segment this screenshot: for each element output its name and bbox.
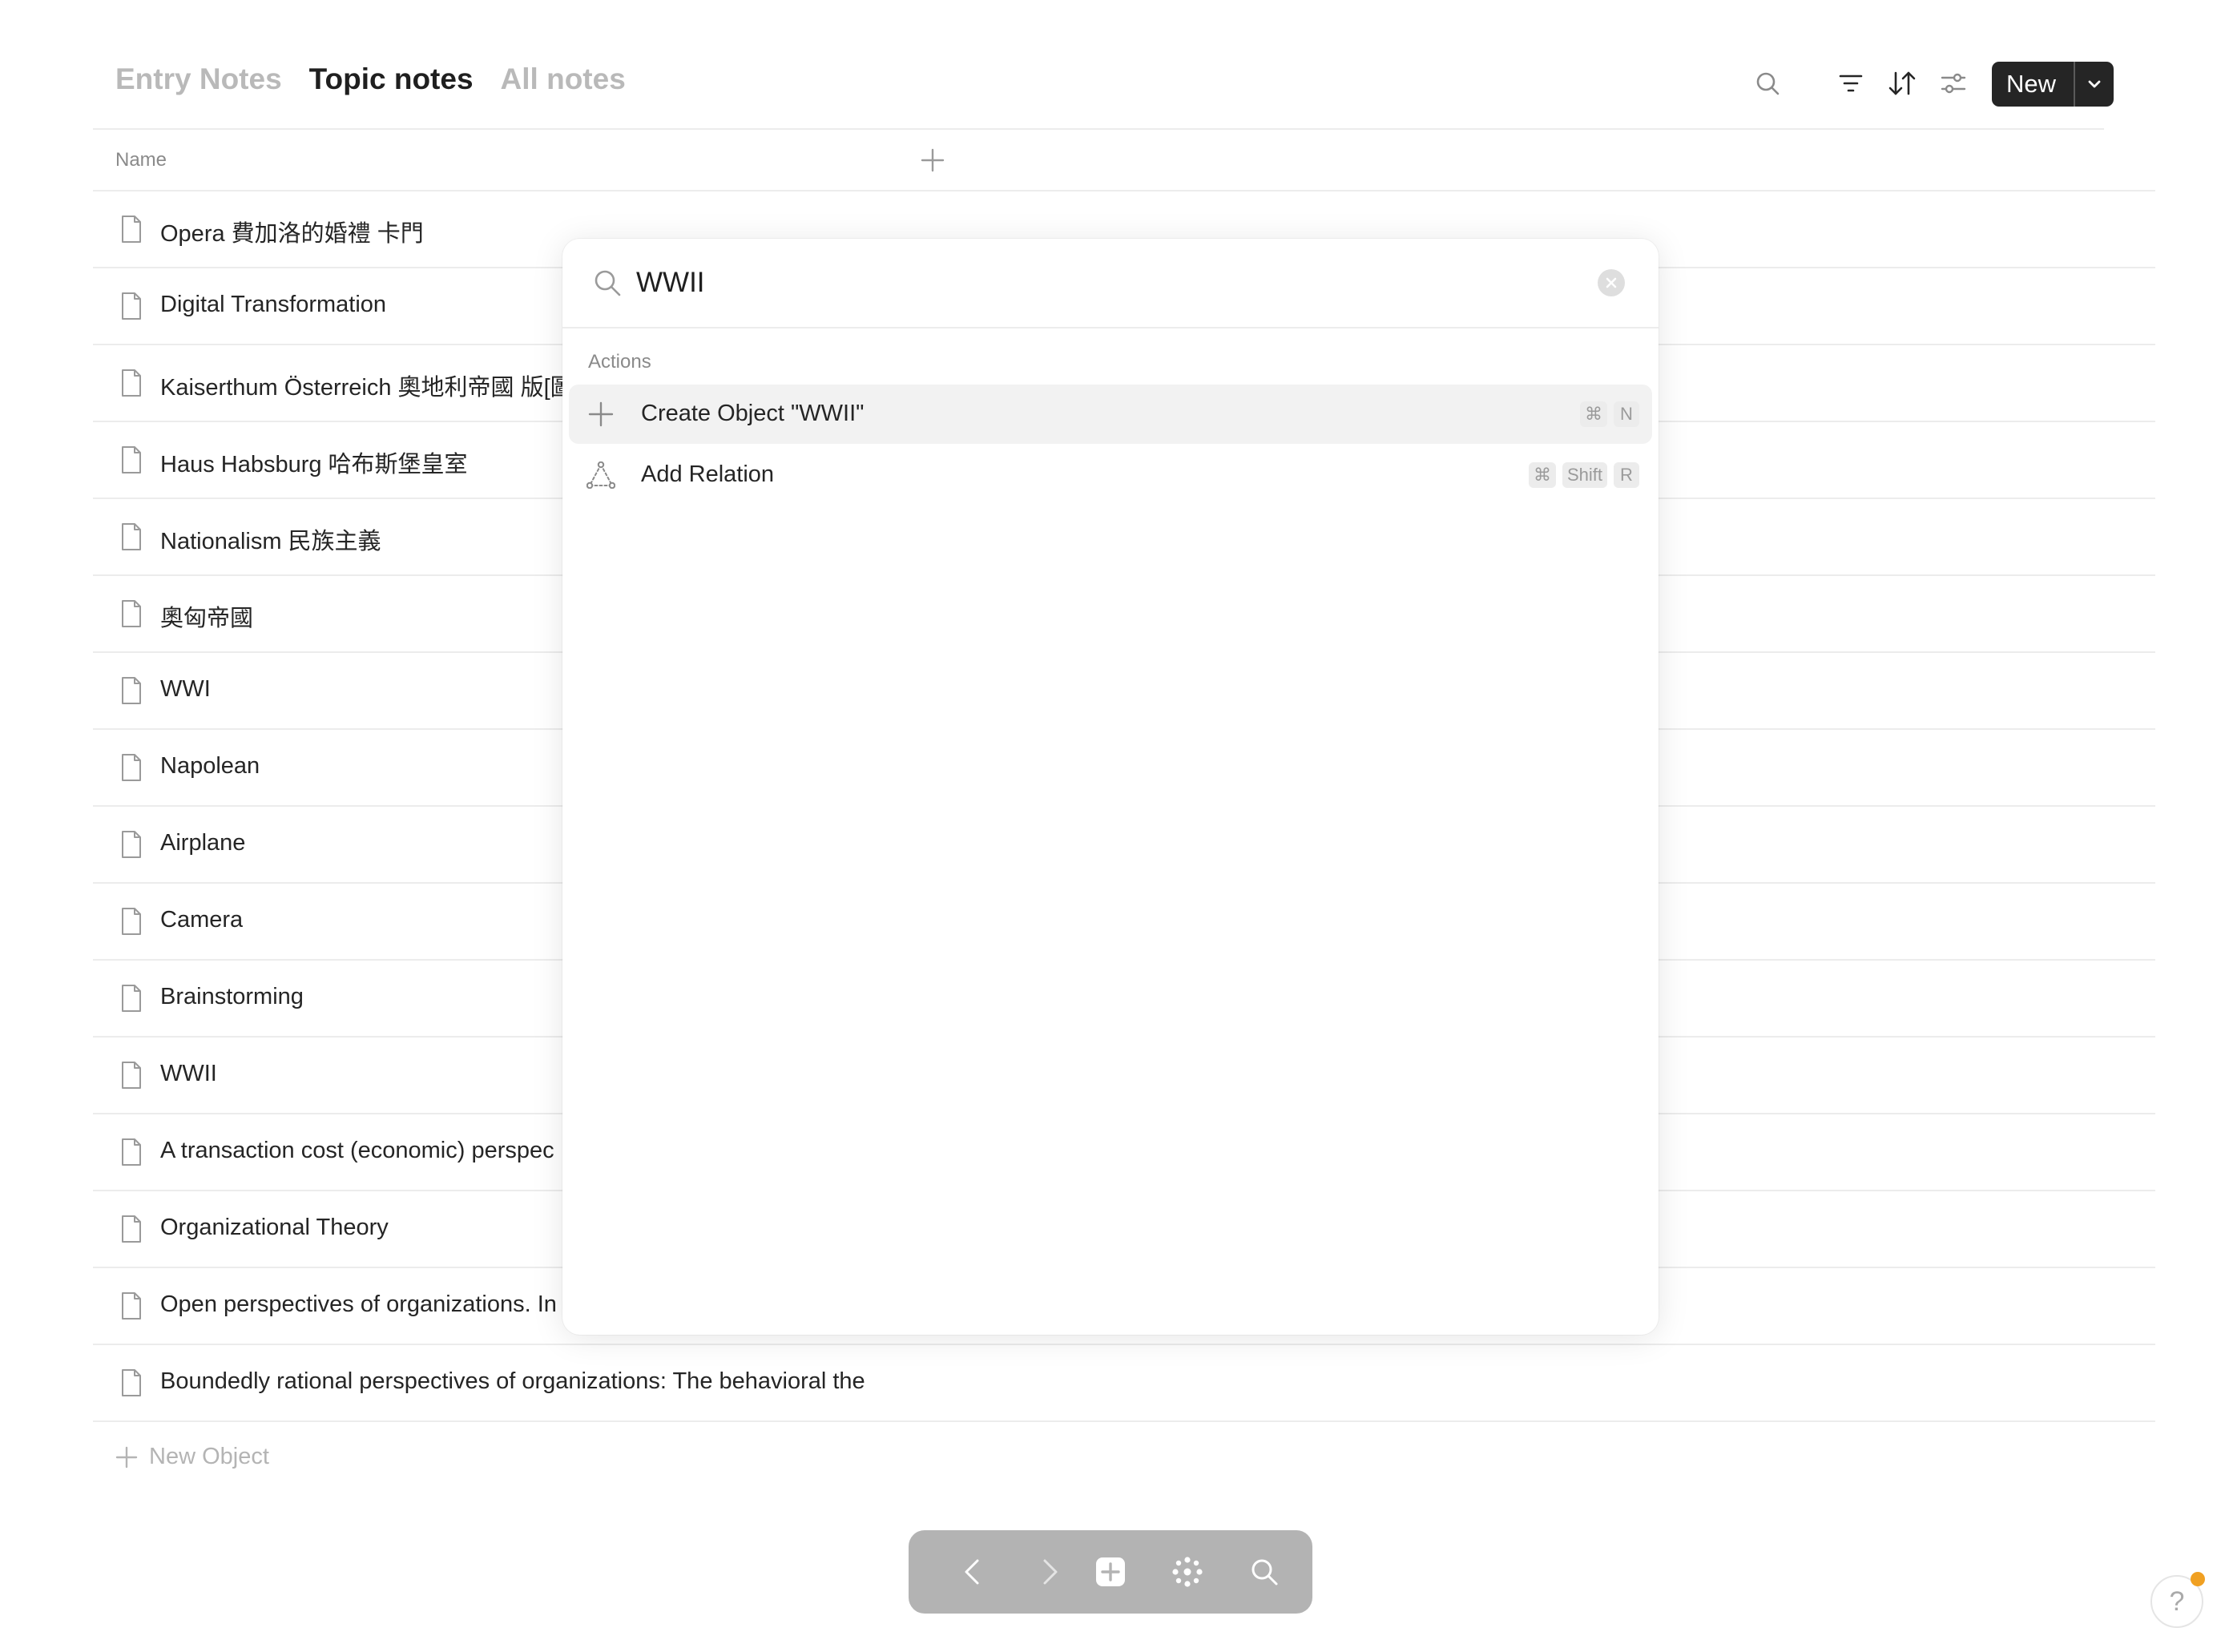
- document-icon: [120, 445, 143, 474]
- plus-icon: [586, 400, 615, 429]
- document-icon: [120, 1061, 143, 1090]
- search-icon[interactable]: [1751, 67, 1784, 99]
- row-title: 奧匈帝國: [160, 606, 254, 631]
- row-title: Opera 費加洛的婚禮 卡門: [160, 221, 424, 247]
- new-object-label: New Object: [149, 1444, 269, 1469]
- plus-icon: [115, 1446, 138, 1468]
- column-header-name[interactable]: Name: [115, 149, 167, 171]
- document-icon: [120, 753, 143, 782]
- add-square-icon[interactable]: [1091, 1553, 1130, 1591]
- actions-section-label: Actions: [588, 351, 651, 373]
- tab-entry-notes[interactable]: Entry Notes: [115, 62, 282, 96]
- back-arrow-icon[interactable]: [953, 1553, 992, 1591]
- document-icon: [120, 830, 143, 859]
- shortcut-key-n: N: [1614, 401, 1639, 427]
- document-icon: [120, 1291, 143, 1320]
- row-title: Open perspectives of organizations. In: [160, 1291, 557, 1317]
- row-title: Brainstorming: [160, 984, 304, 1009]
- shortcut-key-r: R: [1614, 462, 1639, 488]
- tab-topic-notes[interactable]: Topic notes: [309, 62, 474, 96]
- row-title: Kaiserthum Österreich 奧地利帝國 版[圖: [160, 375, 574, 401]
- table-row[interactable]: Boundedly rational perspectives of organ…: [93, 1345, 2155, 1422]
- row-title: Boundedly rational perspectives of organ…: [160, 1368, 865, 1394]
- shortcut-keys: ⌘ Shift R: [1528, 462, 1639, 488]
- shortcut-key-cmd: ⌘: [1580, 401, 1607, 427]
- filter-icon[interactable]: [1835, 67, 1867, 99]
- notification-dot: [2191, 1572, 2205, 1586]
- document-icon: [120, 984, 143, 1013]
- plus-icon[interactable]: [918, 146, 947, 175]
- search-input[interactable]: [636, 263, 1558, 303]
- row-title: WWI: [160, 676, 211, 702]
- document-icon: [120, 599, 143, 628]
- bottom-navigation: [909, 1530, 1312, 1614]
- create-object-action[interactable]: Create Object "WWII" ⌘ N: [569, 385, 1652, 444]
- document-icon: [120, 1368, 143, 1397]
- tab-all-notes[interactable]: All notes: [501, 62, 626, 96]
- document-icon: [120, 907, 143, 936]
- shortcut-key-cmd: ⌘: [1528, 462, 1556, 488]
- graph-icon[interactable]: [1168, 1553, 1207, 1591]
- document-icon: [120, 676, 143, 705]
- row-title: Organizational Theory: [160, 1215, 389, 1240]
- row-title: Digital Transformation: [160, 292, 387, 317]
- forward-arrow-icon[interactable]: [1030, 1553, 1069, 1591]
- shortcut-keys: ⌘ N: [1580, 401, 1639, 427]
- document-icon: [120, 1138, 143, 1166]
- new-button-label: New: [2006, 70, 2057, 98]
- document-icon: [120, 292, 143, 320]
- row-title: Haus Habsburg 哈布斯堡皇室: [160, 452, 468, 477]
- relation-icon: [586, 461, 615, 490]
- row-title: Camera: [160, 907, 244, 933]
- create-object-label: Create Object "WWII": [641, 401, 865, 426]
- new-object-button[interactable]: New Object: [115, 1444, 269, 1470]
- document-icon: [120, 522, 143, 551]
- search-icon: [593, 268, 622, 301]
- add-relation-action[interactable]: Add Relation ⌘ Shift R: [569, 445, 1652, 505]
- row-title: Airplane: [160, 830, 246, 856]
- view-tabs: Entry Notes Topic notes All notes: [115, 62, 626, 96]
- add-relation-label: Add Relation: [641, 461, 775, 487]
- document-icon: [120, 215, 143, 244]
- chevron-down-icon[interactable]: [2074, 62, 2114, 107]
- row-title: Napolean: [160, 753, 260, 779]
- new-button[interactable]: New: [1992, 62, 2114, 107]
- document-icon: [120, 369, 143, 397]
- search-popup: Actions Create Object "WWII" ⌘ N Add Rel…: [562, 239, 1659, 1335]
- shortcut-key-shift: Shift: [1562, 462, 1607, 488]
- sliders-icon[interactable]: [1937, 67, 1969, 99]
- row-title: WWII: [160, 1061, 217, 1086]
- search-icon[interactable]: [1245, 1553, 1284, 1591]
- header-divider: [93, 128, 2104, 130]
- row-title: Nationalism 民族主義: [160, 529, 381, 554]
- search-bar: [562, 239, 1659, 328]
- sort-icon[interactable]: [1886, 67, 1918, 99]
- row-title: A transaction cost (economic) perspec: [160, 1138, 554, 1163]
- clear-search-icon[interactable]: [1598, 269, 1625, 296]
- document-icon: [120, 1215, 143, 1243]
